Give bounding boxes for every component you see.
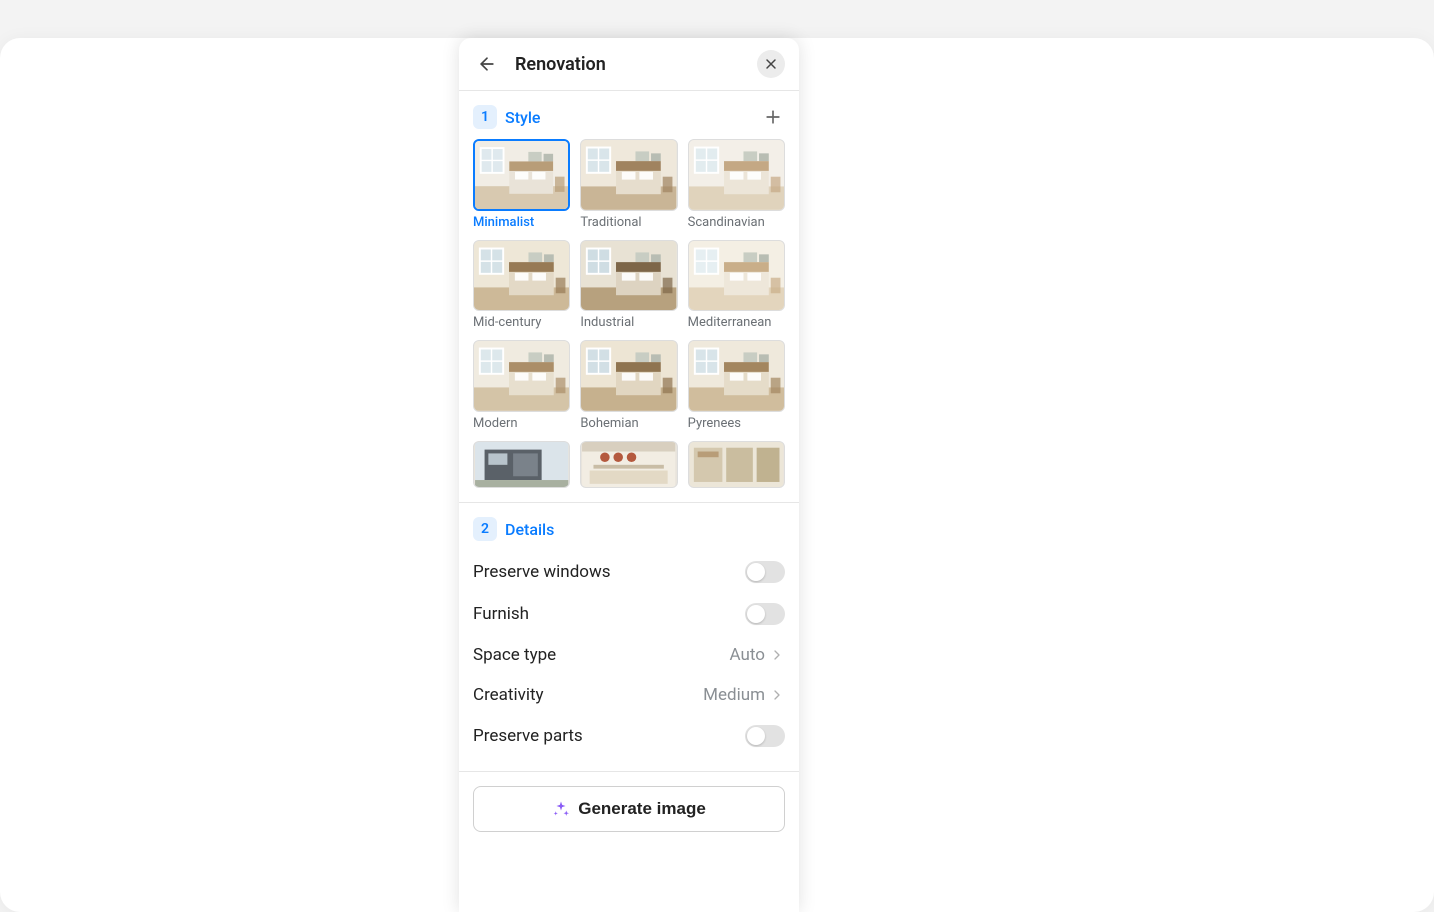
style-card-traditional[interactable]: Traditional [580, 139, 677, 230]
style-thumbnail [580, 139, 677, 211]
style-card-mediterranean[interactable]: Mediterranean [688, 240, 785, 331]
generate-image-button[interactable]: Generate image [473, 786, 785, 832]
preserve-windows-row: Preserve windows [473, 551, 785, 593]
style-card-partial[interactable] [688, 441, 785, 489]
sparkle-icon [552, 800, 570, 818]
style-thumbnail [580, 340, 677, 412]
style-thumbnail [473, 139, 570, 211]
renovation-panel: Renovation 1 Style Minimalist [459, 38, 799, 912]
style-label: Bohemian [580, 416, 677, 431]
style-card-mid-century[interactable]: Mid-century [473, 240, 570, 331]
generate-image-label: Generate image [578, 799, 706, 819]
details-section: 2 Details Preserve windows Furnish Space… [459, 503, 799, 772]
style-card-modern[interactable]: Modern [473, 340, 570, 431]
style-card-bohemian[interactable]: Bohemian [580, 340, 677, 431]
close-button[interactable] [757, 50, 785, 78]
style-thumbnail [580, 441, 677, 489]
style-thumbnail [688, 340, 785, 412]
furnish-row: Furnish [473, 593, 785, 635]
style-card-scandinavian[interactable]: Scandinavian [688, 139, 785, 230]
style-label: Mediterranean [688, 315, 785, 330]
plus-icon [763, 107, 783, 127]
furnish-toggle[interactable] [745, 603, 785, 625]
style-card-partial[interactable] [473, 441, 570, 489]
panel-header: Renovation [459, 38, 799, 91]
space-type-value[interactable]: Auto [730, 645, 785, 665]
style-thumbnail [688, 441, 785, 489]
style-thumbnail [473, 340, 570, 412]
style-label: Scandinavian [688, 215, 785, 230]
creativity-value[interactable]: Medium [703, 685, 785, 705]
generate-section: Generate image [459, 772, 799, 846]
style-label: Modern [473, 416, 570, 431]
space-type-row[interactable]: Space type Auto [473, 635, 785, 675]
style-thumbnail [688, 139, 785, 211]
style-label: Industrial [580, 315, 677, 330]
preserve-parts-label: Preserve parts [473, 726, 583, 746]
style-card-partial[interactable] [580, 441, 677, 489]
arrow-left-icon [477, 54, 497, 74]
style-thumbnail [473, 240, 570, 312]
furnish-label: Furnish [473, 604, 529, 624]
preserve-windows-toggle[interactable] [745, 561, 785, 583]
chevron-right-icon [769, 687, 785, 703]
style-step-badge: 1 [473, 105, 497, 129]
back-button[interactable] [473, 50, 501, 78]
creativity-label: Creativity [473, 685, 544, 705]
style-thumbnail [580, 240, 677, 312]
preserve-parts-row: Preserve parts [473, 715, 785, 757]
add-style-button[interactable] [761, 105, 785, 129]
style-label: Traditional [580, 215, 677, 230]
preserve-parts-toggle[interactable] [745, 725, 785, 747]
style-thumbnail [473, 441, 570, 489]
panel-title: Renovation [515, 54, 606, 75]
close-icon [763, 56, 779, 72]
creativity-row[interactable]: Creativity Medium [473, 675, 785, 715]
chevron-right-icon [769, 647, 785, 663]
preserve-windows-label: Preserve windows [473, 562, 611, 582]
style-label: Minimalist [473, 215, 570, 230]
style-card-industrial[interactable]: Industrial [580, 240, 677, 331]
style-card-minimalist[interactable]: Minimalist [473, 139, 570, 230]
details-section-title: Details [505, 520, 554, 539]
details-step-badge: 2 [473, 517, 497, 541]
space-type-label: Space type [473, 645, 556, 665]
style-thumbnail [688, 240, 785, 312]
style-card-pyrenees[interactable]: Pyrenees [688, 340, 785, 431]
style-section: 1 Style Minimalist [459, 91, 799, 503]
style-label: Pyrenees [688, 416, 785, 431]
style-section-title: Style [505, 108, 541, 127]
style-label: Mid-century [473, 315, 570, 330]
